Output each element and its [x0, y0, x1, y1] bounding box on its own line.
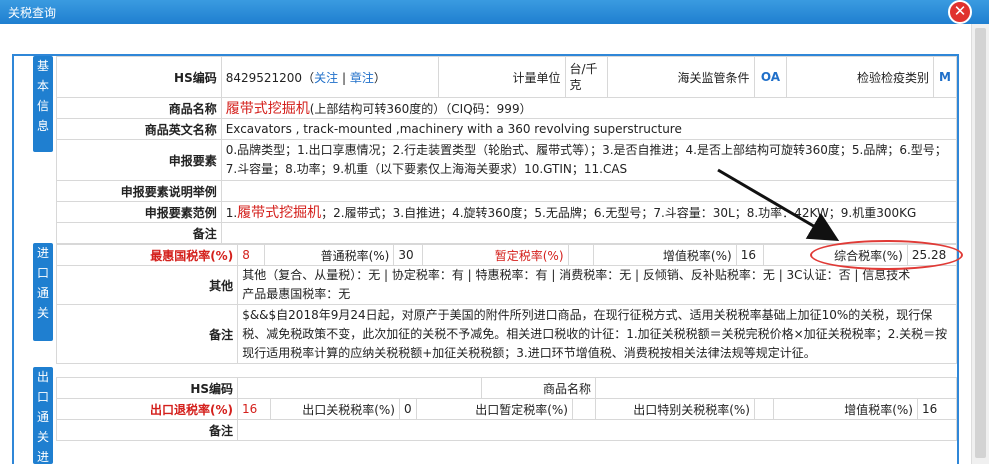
- annotation-circle: [810, 240, 963, 270]
- annotation-overlay: [717, 168, 840, 242]
- annotation-arrow: [717, 168, 840, 242]
